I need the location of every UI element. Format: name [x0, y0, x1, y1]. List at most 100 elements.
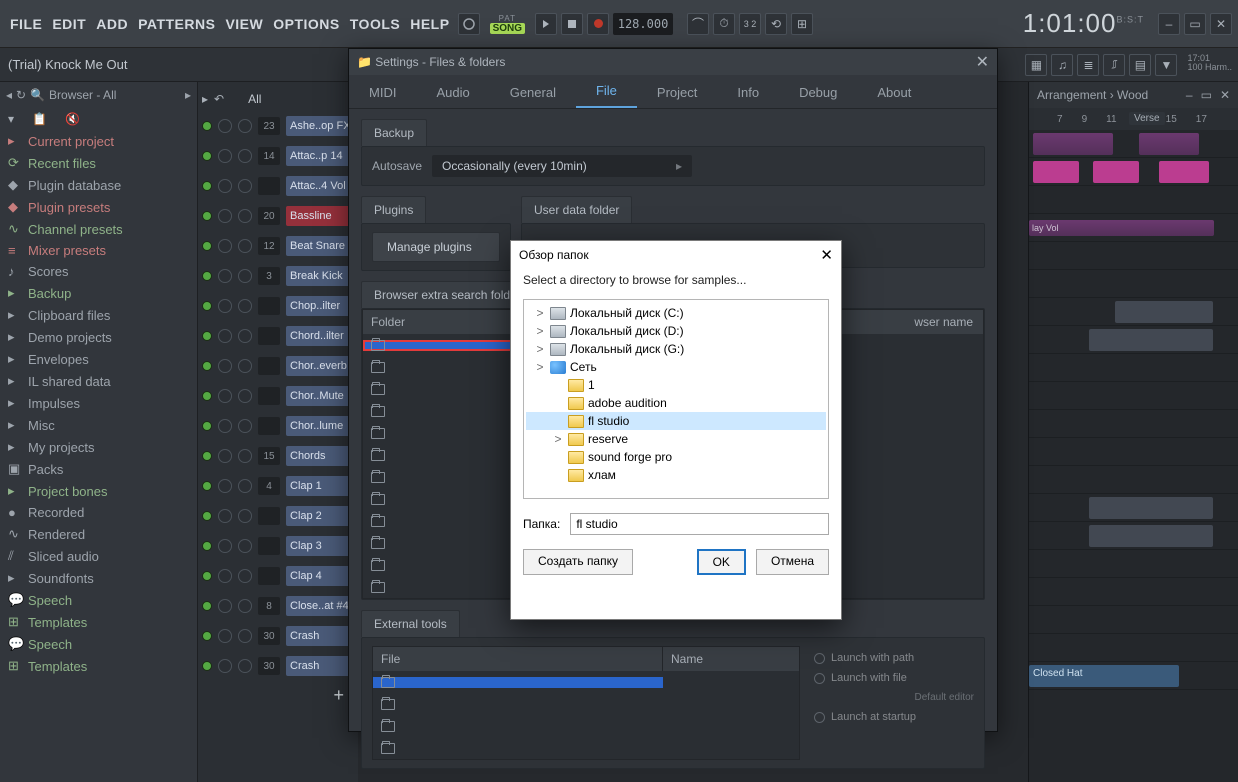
browser-item[interactable]: 💬Speech [0, 589, 197, 611]
tree-item[interactable]: >Локальный диск (C:) [526, 304, 826, 322]
browser-item[interactable]: ▸Misc [0, 414, 197, 436]
channel-name[interactable]: Clap 1 [286, 476, 354, 496]
mute-led[interactable] [202, 571, 212, 581]
browser-item[interactable]: ●Recorded [0, 502, 197, 523]
pat-song-toggle[interactable]: PAT SONG [490, 14, 525, 34]
channel-num[interactable]: 8 [258, 597, 280, 615]
view-playlist-icon[interactable]: ▦ [1025, 54, 1047, 76]
mute-led[interactable] [202, 301, 212, 311]
mute-led[interactable] [202, 511, 212, 521]
mute-led[interactable] [202, 181, 212, 191]
chanrack-undo-icon[interactable]: ↶ [214, 92, 224, 106]
view-channel-icon[interactable]: ≣ [1077, 54, 1099, 76]
menu-options[interactable]: OPTIONS [269, 12, 344, 36]
vol-knob[interactable] [238, 209, 252, 223]
vol-knob[interactable] [238, 269, 252, 283]
expander-icon[interactable]: > [534, 360, 546, 374]
browser-item[interactable]: ⟳Recent files [0, 152, 197, 174]
pan-knob[interactable] [218, 509, 232, 523]
channel-num[interactable] [258, 297, 280, 315]
tree-item[interactable]: хлам [526, 466, 826, 484]
all-label[interactable]: All [248, 92, 261, 106]
mute-led[interactable] [202, 481, 212, 491]
vol-knob[interactable] [238, 569, 252, 583]
playlist-tracks[interactable]: Verse lay Vol Closed Hat [1029, 130, 1238, 690]
radio-launch-path[interactable]: Launch with path [814, 652, 974, 664]
channel-num[interactable]: 12 [258, 237, 280, 255]
tab-info[interactable]: Info [717, 77, 779, 108]
channel-num[interactable]: 14 [258, 147, 280, 165]
expander-icon[interactable]: > [552, 432, 564, 446]
cancel-button[interactable]: Отмена [756, 549, 829, 575]
channel-name[interactable]: Chop..ilter [286, 296, 354, 316]
tree-item[interactable]: sound forge pro [526, 448, 826, 466]
menu-add[interactable]: ADD [92, 12, 132, 36]
pan-knob[interactable] [218, 449, 232, 463]
playlist-maximize-icon[interactable]: ▭ [1201, 88, 1212, 102]
mute-led[interactable] [202, 631, 212, 641]
clip[interactable] [1089, 525, 1213, 547]
menu-edit[interactable]: EDIT [48, 12, 90, 36]
view-browser-icon[interactable]: ▤ [1129, 54, 1151, 76]
vol-knob[interactable] [238, 419, 252, 433]
vol-knob[interactable] [238, 239, 252, 253]
tree-item[interactable]: fl studio [526, 412, 826, 430]
vol-knob[interactable] [238, 359, 252, 373]
channel-num[interactable]: 30 [258, 627, 280, 645]
tab-midi[interactable]: MIDI [349, 77, 416, 108]
pan-knob[interactable] [218, 299, 232, 313]
channel-name[interactable]: Break Kick [286, 266, 354, 286]
browser-item[interactable]: ⊞Templates [0, 611, 197, 633]
metronome-icon[interactable]: ⌒ [687, 13, 709, 35]
new-folder-button[interactable]: Создать папку [523, 549, 633, 575]
browser-item[interactable]: ∿Rendered [0, 523, 197, 545]
pan-knob[interactable] [218, 209, 232, 223]
pan-knob[interactable] [218, 239, 232, 253]
manage-plugins-button[interactable]: Manage plugins [372, 232, 500, 262]
playlist-minimize-icon[interactable]: – [1186, 88, 1193, 102]
pan-knob[interactable] [218, 179, 232, 193]
channel-name[interactable]: Bassline [286, 206, 354, 226]
tree-item[interactable]: >reserve [526, 430, 826, 448]
channel-name[interactable]: Chord..ilter [286, 326, 354, 346]
clip[interactable] [1115, 301, 1213, 323]
mute-led[interactable] [202, 601, 212, 611]
vol-knob[interactable] [238, 449, 252, 463]
channel-name[interactable]: Chords [286, 446, 354, 466]
pan-knob[interactable] [218, 629, 232, 643]
tab-about[interactable]: About [857, 77, 931, 108]
bpm-display[interactable]: 128.000 [613, 13, 673, 35]
pan-knob[interactable] [218, 329, 232, 343]
browser-item[interactable]: ▸Current project [0, 130, 197, 152]
forward-icon[interactable]: ↻ [16, 88, 26, 102]
mute-led[interactable] [202, 661, 212, 671]
channel-num[interactable] [258, 327, 280, 345]
mute-led[interactable] [202, 121, 212, 131]
tree-item[interactable]: >Сеть [526, 358, 826, 376]
pan-knob[interactable] [218, 479, 232, 493]
browser-item[interactable]: ◆Plugin presets [0, 196, 197, 218]
vol-knob[interactable] [238, 119, 252, 133]
tree-item[interactable]: adobe audition [526, 394, 826, 412]
clip[interactable] [1033, 133, 1113, 155]
vol-knob[interactable] [238, 149, 252, 163]
audio-clip[interactable] [1093, 161, 1139, 183]
loop-icon[interactable]: ⟲ [765, 13, 787, 35]
tab-general[interactable]: General [490, 77, 576, 108]
channel-num[interactable] [258, 387, 280, 405]
mute-led[interactable] [202, 391, 212, 401]
browser-item[interactable]: ▣Packs [0, 458, 197, 480]
channel-name[interactable]: Chor..lume [286, 416, 354, 436]
mute-led[interactable] [202, 211, 212, 221]
mute-led[interactable] [202, 361, 212, 371]
tab-file[interactable]: File [576, 75, 637, 108]
channel-num[interactable]: 30 [258, 657, 280, 675]
pan-knob[interactable] [218, 389, 232, 403]
menu-help[interactable]: HELP [406, 12, 453, 36]
search-icon[interactable]: 🔍 [30, 88, 45, 102]
menu-view[interactable]: VIEW [221, 12, 267, 36]
closed-hat-clip[interactable]: Closed Hat [1029, 665, 1179, 687]
tab-project[interactable]: Project [637, 77, 717, 108]
vol-knob[interactable] [238, 479, 252, 493]
browser-item[interactable]: ⊞Templates [0, 655, 197, 677]
